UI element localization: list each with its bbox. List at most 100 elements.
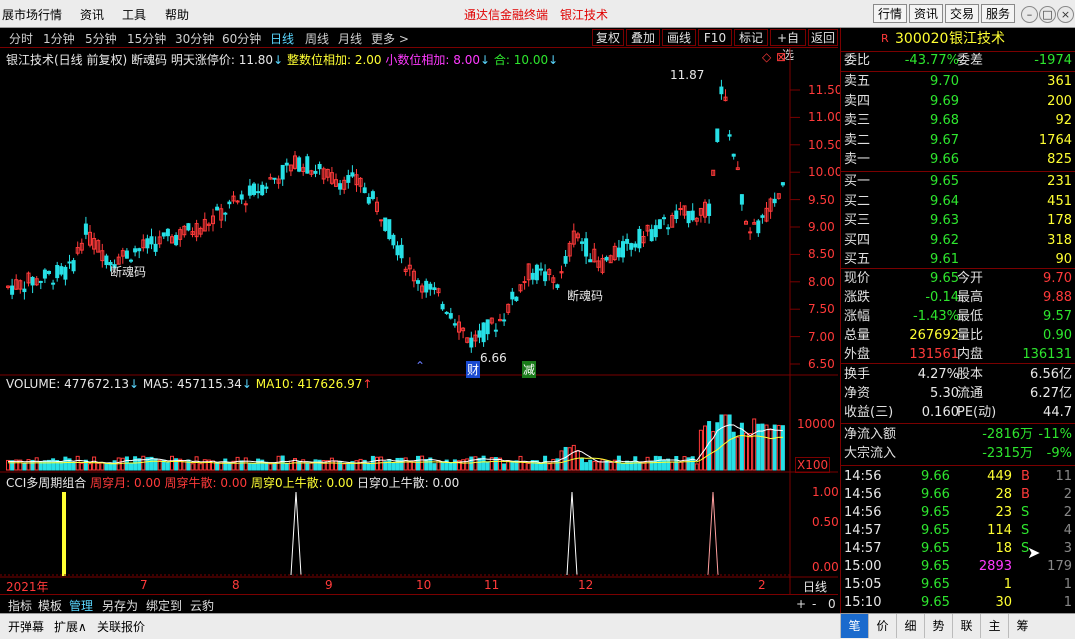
weicha-value: -1974	[1034, 53, 1072, 68]
tick-volume: 23	[995, 505, 1012, 520]
period-tab-day[interactable]: 日线	[270, 30, 294, 47]
right-tab-detail[interactable]: 细	[896, 614, 924, 638]
zoom-reset-button[interactable]: 0	[828, 597, 836, 611]
volume-bar	[563, 446, 568, 471]
tick-row[interactable]: 14:56 9.66 28 B 2	[841, 486, 1075, 504]
period-tab-month[interactable]: 月线	[338, 30, 362, 47]
overlay-button[interactable]: 叠加	[626, 29, 660, 46]
volume-bar	[469, 456, 474, 471]
candle-body	[502, 319, 507, 322]
volume-bar	[399, 457, 404, 471]
tick-row[interactable]: 15:05 9.65 1 1	[841, 576, 1075, 594]
minimize-icon[interactable]: –	[1021, 6, 1038, 23]
linked-quote-button[interactable]: 关联报价	[97, 618, 145, 635]
candle-body	[38, 280, 43, 283]
tab-bind-to[interactable]: 绑定到	[146, 597, 182, 614]
period-tab-1min[interactable]: 1分钟	[43, 30, 75, 47]
period-tab-week[interactable]: 周线	[305, 30, 329, 47]
f10-button[interactable]: F10	[698, 29, 732, 46]
tick-direction: B	[1021, 487, 1030, 502]
diamond-icon[interactable]: ◇	[762, 50, 771, 64]
back-button[interactable]: 返回	[808, 29, 838, 46]
tab-cloud[interactable]: 云豹	[190, 597, 214, 614]
chart-close-icon[interactable]: ⊠	[776, 50, 786, 64]
kline-chart-svg[interactable]	[0, 48, 838, 594]
volume-bar	[170, 455, 174, 471]
fuquan-button[interactable]: 复权	[592, 29, 624, 46]
finance-marker[interactable]: 财	[466, 361, 481, 378]
right-tab-price[interactable]: 价	[868, 614, 896, 638]
period-tab-60min[interactable]: 60分钟	[222, 30, 261, 47]
zoom-in-button[interactable]: +	[796, 597, 806, 611]
right-tab-trend[interactable]: 势	[924, 614, 952, 638]
volume-bar	[575, 450, 580, 471]
candle-body	[383, 217, 388, 231]
tick-row[interactable]: 15:10 9.65 30 1	[841, 594, 1075, 612]
period-tab-5min[interactable]: 5分钟	[85, 30, 117, 47]
quote-button[interactable]: 行情	[873, 4, 907, 23]
volume-value: 477672.13	[64, 377, 130, 391]
menu-app-name[interactable]: 展市场行情	[2, 6, 62, 23]
limit-price-label: 明天涨停价:	[170, 53, 235, 67]
volume-bar	[477, 457, 482, 471]
reduce-marker[interactable]: 减	[522, 361, 537, 378]
volume-bar	[440, 461, 445, 471]
tick-direction: B	[1021, 469, 1030, 484]
tab-indicator[interactable]: 指标	[8, 597, 32, 614]
close-icon[interactable]: ×	[1057, 6, 1074, 23]
buy-level-label: 买五	[844, 252, 871, 267]
price-axis-tick: 7.50	[808, 302, 835, 317]
volume-bar	[358, 458, 363, 471]
service-button[interactable]: 服务	[981, 4, 1015, 23]
volume-bar	[502, 463, 507, 471]
mark-button[interactable]: 标记	[734, 29, 768, 46]
expand-button[interactable]: 扩展∧	[54, 618, 87, 635]
volume-bar	[780, 425, 785, 471]
cci-week-month: 周穿月: 0.00	[90, 476, 161, 490]
volume-bar	[194, 456, 199, 471]
duanhunma-tag-1: 断魂码	[110, 265, 147, 279]
zoom-out-button[interactable]: -	[812, 597, 816, 611]
stat-row: 涨幅 -1.43% 最低 9.57	[841, 308, 1075, 326]
period-tab-more[interactable]: 更多 >	[371, 30, 409, 47]
candle-body	[313, 170, 318, 174]
right-tab-ticks[interactable]: 笔	[840, 614, 868, 638]
tick-row[interactable]: 14:56 9.65 23 S 2	[841, 504, 1075, 522]
news-button[interactable]: 资讯	[909, 4, 943, 23]
candle-body	[22, 288, 27, 293]
ma5-label: MA5:	[142, 377, 174, 391]
candle-body	[350, 172, 355, 177]
tab-save-as[interactable]: 另存为	[102, 597, 138, 614]
menu-item-news[interactable]: 资讯	[80, 6, 104, 23]
volume-bar	[354, 460, 359, 471]
period-tab-15min[interactable]: 15分钟	[127, 30, 166, 47]
buy-level-price: 9.63	[930, 213, 959, 228]
candle-body	[227, 201, 232, 205]
right-tab-main[interactable]: 主	[980, 614, 1008, 638]
right-tab-chips[interactable]: 筹	[1008, 614, 1036, 638]
volume-bar	[407, 461, 412, 471]
menu-item-tools[interactable]: 工具	[122, 6, 146, 23]
draw-line-button[interactable]: 画线	[662, 29, 696, 46]
danmu-button[interactable]: 开弹幕	[8, 618, 44, 635]
price-axis-tick: 11.00	[808, 110, 843, 125]
period-tab-30min[interactable]: 30分钟	[175, 30, 214, 47]
volume-bar	[387, 458, 392, 471]
menu-item-help[interactable]: 帮助	[165, 6, 189, 23]
period-tab-fenshi[interactable]: 分时	[9, 30, 33, 47]
trade-button[interactable]: 交易	[945, 4, 979, 23]
tab-template[interactable]: 模板	[38, 597, 62, 614]
marker-up-icon[interactable]: ⌃	[415, 359, 425, 373]
volume-bar	[448, 462, 453, 471]
candle-body	[366, 197, 371, 204]
price-axis-tick: 10.50	[808, 137, 843, 152]
chart-panel[interactable]: 银江技术(日线 前复权) 断魂码 明天涨停价: 11.80↓ 整数位相加: 2.…	[0, 48, 842, 613]
maximize-icon[interactable]: □	[1039, 6, 1056, 23]
right-tab-linked[interactable]: 联	[952, 614, 980, 638]
candle-body	[391, 234, 396, 246]
tick-row[interactable]: 14:57 9.65 114 S 4	[841, 522, 1075, 540]
volume-bar	[391, 462, 396, 471]
tick-row[interactable]: 14:56 9.66 449 B 11	[841, 468, 1075, 486]
add-watchlist-button[interactable]: +自选	[770, 29, 806, 62]
tab-manage[interactable]: 管理	[69, 597, 93, 614]
